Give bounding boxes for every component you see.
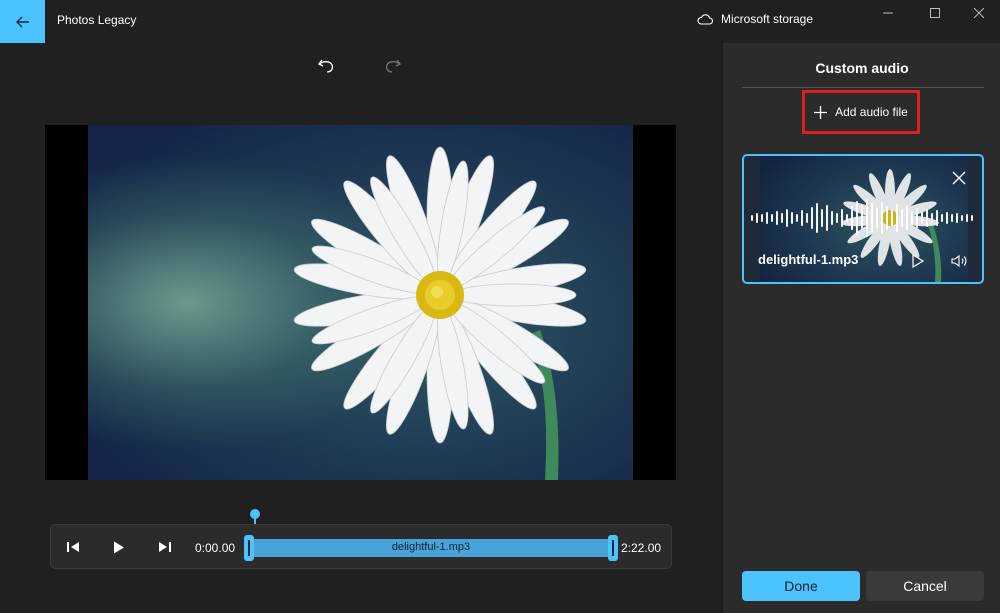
panel-divider	[742, 87, 984, 88]
panel-title: Custom audio	[815, 60, 909, 76]
maximize-icon	[930, 8, 940, 18]
app-title: Photos Legacy	[57, 13, 137, 27]
volume-icon	[951, 254, 967, 268]
arrow-left-icon	[15, 16, 29, 27]
storage-status[interactable]: Microsoft storage	[697, 12, 813, 26]
custom-audio-panel: Custom audio Add audio file delightful-1…	[722, 43, 1000, 613]
plus-icon	[814, 105, 828, 119]
redo-icon	[385, 59, 401, 73]
close-icon	[974, 8, 984, 18]
cancel-button[interactable]: Cancel	[866, 571, 984, 601]
play-outline-icon	[912, 254, 924, 268]
previous-frame-button[interactable]	[62, 537, 84, 557]
done-button[interactable]: Done	[742, 571, 860, 601]
step-forward-icon	[159, 542, 171, 552]
step-back-icon	[67, 542, 79, 552]
cloud-icon	[697, 13, 713, 25]
video-preview[interactable]	[45, 125, 676, 480]
waveform-graphic	[751, 199, 973, 237]
audio-track[interactable]: delightful-1.mp3	[244, 535, 618, 561]
close-window-button[interactable]	[964, 3, 994, 23]
storage-label: Microsoft storage	[721, 12, 814, 26]
playback-bar: 0:00.00 delightful-1.mp3 2:22.00	[50, 524, 672, 569]
trim-start-handle[interactable]	[244, 535, 254, 561]
end-time: 2:22.00	[621, 541, 662, 555]
trim-end-handle[interactable]	[608, 535, 618, 561]
next-frame-button[interactable]	[154, 537, 176, 557]
start-time: 0:00.00	[195, 541, 236, 555]
audio-item-name: delightful-1.mp3	[758, 252, 859, 267]
redo-button[interactable]	[381, 56, 403, 76]
minimize-button[interactable]	[873, 3, 903, 23]
play-icon	[114, 541, 124, 553]
audio-item-card[interactable]: delightful-1.mp3	[742, 154, 984, 284]
maximize-button[interactable]	[920, 3, 950, 23]
add-audio-file-button[interactable]: Add audio file	[802, 90, 920, 134]
daisy-illustration	[293, 146, 587, 480]
add-audio-label: Add audio file	[835, 105, 908, 119]
back-button[interactable]	[0, 0, 45, 43]
audio-volume-button[interactable]	[950, 251, 970, 271]
remove-audio-button[interactable]	[949, 168, 969, 188]
track-label: delightful-1.mp3	[391, 541, 471, 553]
undo-button[interactable]	[316, 56, 338, 76]
undo-icon	[318, 59, 334, 73]
minimize-icon	[883, 12, 893, 14]
preview-audio-button[interactable]	[908, 251, 928, 271]
x-icon	[952, 171, 966, 185]
daisy-image	[88, 125, 633, 480]
play-button[interactable]	[108, 537, 130, 557]
